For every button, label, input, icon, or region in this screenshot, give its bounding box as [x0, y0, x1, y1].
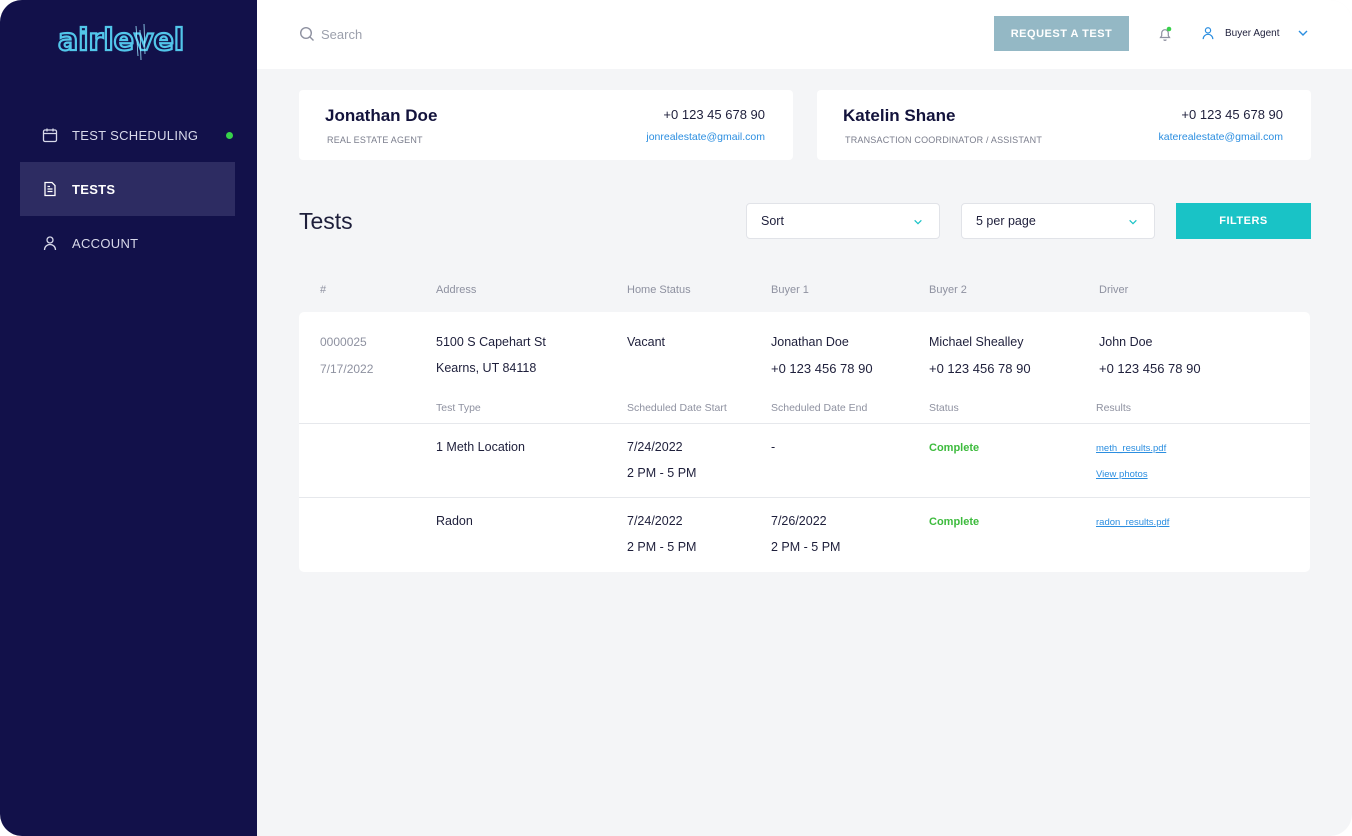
- record-date: 7/17/2022: [320, 362, 374, 376]
- sidebar-item-tests[interactable]: TESTS: [20, 162, 235, 216]
- start-date: 7/24/2022: [627, 514, 683, 528]
- chevron-down-icon[interactable]: [1297, 27, 1309, 39]
- test-type: 1 Meth Location: [436, 440, 525, 454]
- sidebar-item-account[interactable]: ACCOUNT: [20, 216, 235, 270]
- bell-icon[interactable]: [1157, 26, 1173, 42]
- buyer1-phone: +0 123 456 78 90: [771, 361, 873, 376]
- view-photos-link[interactable]: View photos: [1096, 469, 1148, 480]
- contact-card-agent: Jonathan Doe REAL ESTATE AGENT +0 123 45…: [299, 90, 793, 160]
- app-frame: airlevel TEST SCHEDULING TESTS ACCOUNT S…: [0, 0, 1352, 836]
- address-line1: 5100 S Capehart St: [436, 335, 546, 349]
- user-role-label: Buyer Agent: [1225, 27, 1280, 39]
- end-time: 2 PM - 5 PM: [771, 540, 841, 554]
- search-input[interactable]: [321, 22, 521, 46]
- contact-phone: +0 123 45 678 90: [1181, 107, 1283, 122]
- user-icon: [42, 235, 58, 251]
- per-page-select-value: 5 per page: [976, 214, 1036, 228]
- contact-email-link[interactable]: katerealestate@gmail.com: [1159, 131, 1283, 143]
- filters-button[interactable]: FILTERS: [1176, 203, 1311, 239]
- row-divider: [299, 497, 1310, 498]
- column-header-home-status: Home Status: [627, 284, 691, 296]
- subheader-results: Results: [1096, 402, 1132, 414]
- column-header-driver: Driver: [1099, 284, 1129, 296]
- column-header-buyer2: Buyer 2: [929, 284, 967, 296]
- airlevel-logo[interactable]: airlevel: [58, 20, 198, 62]
- subheader-test-type: Test Type: [436, 402, 481, 414]
- contact-name: Katelin Shane: [843, 106, 956, 125]
- user-menu[interactable]: Buyer Agent: [1201, 26, 1309, 40]
- start-date: 7/24/2022: [627, 440, 683, 454]
- sidebar: airlevel TEST SCHEDULING TESTS ACCOUNT: [0, 0, 257, 836]
- status-dot: [226, 131, 234, 139]
- contact-email-link[interactable]: jonrealestate@gmail.com: [646, 131, 765, 143]
- subheader-date-end: Scheduled Date End: [771, 402, 868, 414]
- start-time: 2 PM - 5 PM: [627, 466, 697, 480]
- column-header-address: Address: [436, 284, 477, 296]
- sidebar-item-label: ACCOUNT: [72, 235, 139, 251]
- row-divider: [299, 423, 1310, 424]
- page-title: Tests: [299, 208, 353, 234]
- end-date: -: [771, 440, 776, 454]
- sort-select-value: Sort: [761, 214, 784, 228]
- sidebar-item-test-scheduling[interactable]: TEST SCHEDULING: [20, 108, 235, 162]
- document-icon: [42, 181, 58, 197]
- test-type: Radon: [436, 514, 473, 528]
- test-record-card[interactable]: 0000025 7/17/2022 5100 S Capehart St Kea…: [299, 312, 1310, 572]
- buyer1-name: Jonathan Doe: [771, 335, 849, 349]
- record-id: 0000025: [320, 335, 367, 349]
- chevron-down-icon: [1129, 219, 1137, 225]
- result-file-link[interactable]: meth_results.pdf: [1096, 443, 1166, 454]
- contact-role: REAL ESTATE AGENT: [327, 135, 423, 145]
- request-test-button[interactable]: REQUEST A TEST: [994, 16, 1129, 51]
- column-header-number: #: [320, 284, 327, 296]
- buyer2-name: Michael Shealley: [929, 335, 1024, 349]
- logo-text: airlevel: [58, 23, 184, 58]
- buyer2-phone: +0 123 456 78 90: [929, 361, 1031, 376]
- subheader-date-start: Scheduled Date Start: [627, 402, 727, 414]
- driver-name: John Doe: [1099, 335, 1153, 349]
- contact-role: TRANSACTION COORDINATOR / ASSISTANT: [845, 135, 1043, 145]
- per-page-select[interactable]: 5 per page: [961, 203, 1155, 239]
- user-icon: [1202, 27, 1214, 40]
- driver-phone: +0 123 456 78 90: [1099, 361, 1201, 376]
- sort-select[interactable]: Sort: [746, 203, 940, 239]
- home-status: Vacant: [627, 335, 665, 349]
- contact-card-coordinator: Katelin Shane TRANSACTION COORDINATOR / …: [817, 90, 1311, 160]
- subheader-status: Status: [929, 402, 959, 414]
- calendar-icon: [42, 127, 58, 143]
- result-file-link[interactable]: radon_results.pdf: [1096, 517, 1169, 528]
- sidebar-item-label: TEST SCHEDULING: [72, 127, 199, 143]
- status-badge: Complete: [929, 516, 980, 528]
- contact-phone: +0 123 45 678 90: [663, 107, 765, 122]
- search-icon: [299, 26, 314, 41]
- address-line2: Kearns, UT 84118: [436, 361, 537, 375]
- status-badge: Complete: [929, 442, 980, 454]
- top-bar: REQUEST A TEST Buyer Agent: [257, 0, 1352, 69]
- start-time: 2 PM - 5 PM: [627, 540, 697, 554]
- sidebar-item-label: TESTS: [72, 181, 116, 197]
- column-header-buyer1: Buyer 1: [771, 284, 809, 296]
- chevron-down-icon: [914, 219, 922, 225]
- contact-name: Jonathan Doe: [325, 106, 438, 125]
- end-date: 7/26/2022: [771, 514, 827, 528]
